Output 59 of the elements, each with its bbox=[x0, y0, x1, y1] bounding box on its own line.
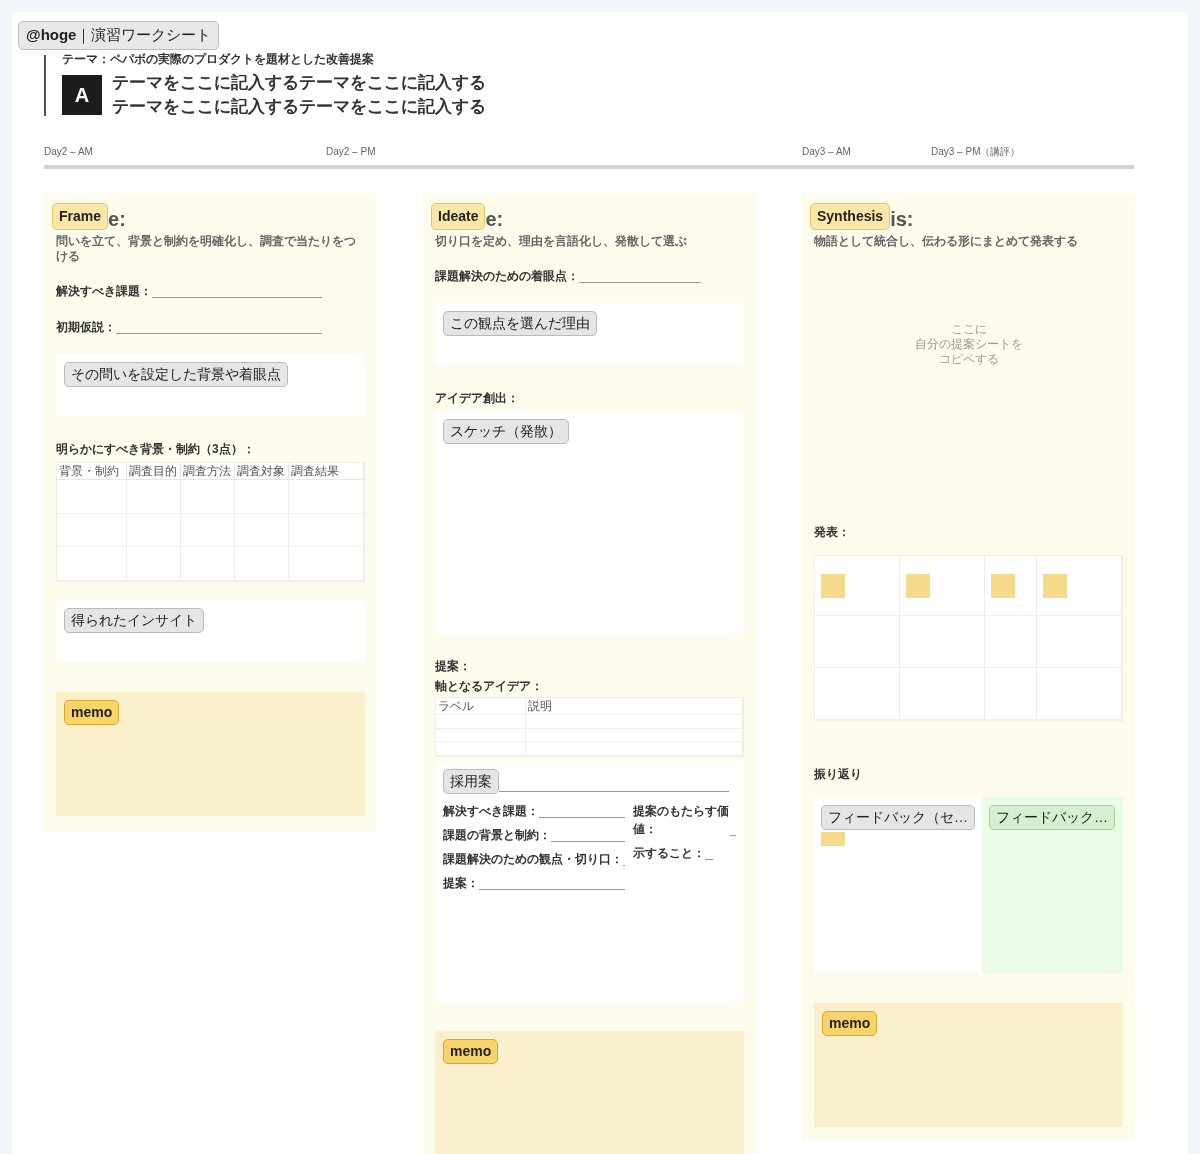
card-title-chip: フィードバック（セ… bbox=[821, 805, 975, 830]
field-label: 提案のもたらす価値： bbox=[633, 803, 730, 838]
timeline-label: Day2 – PM bbox=[326, 145, 377, 159]
memo-tag: memo bbox=[443, 1039, 499, 1064]
card-title-chip: この観点を選んだ理由 bbox=[443, 311, 597, 336]
theme-title: テーマをここに記入するテーマをここに記入する bbox=[112, 96, 486, 118]
field-label: 課題解決のための観点・切り口： bbox=[443, 851, 623, 868]
table-header-cell: 調査結果 bbox=[289, 463, 364, 480]
sticky-note[interactable] bbox=[821, 574, 845, 598]
field-label: 示すること： bbox=[633, 845, 705, 862]
phase-heading: e: bbox=[485, 208, 504, 230]
table-header-cell: ラベル bbox=[436, 698, 526, 715]
table-header-cell: 調査方法 bbox=[181, 463, 235, 480]
card-title-chip: フィードバック… bbox=[989, 805, 1115, 830]
table-header-cell: 説明 bbox=[526, 698, 743, 715]
sticky-note[interactable] bbox=[1042, 574, 1067, 598]
phase-heading: e: bbox=[108, 208, 126, 230]
table-cell bbox=[235, 480, 289, 514]
placeholder-text: ここに 自分の提案シートを コピペする bbox=[914, 321, 1023, 367]
timeline-label: Day3 – PM（講評） bbox=[931, 145, 1022, 159]
table-header-cell: 調査対象 bbox=[235, 463, 289, 480]
sticky-note[interactable] bbox=[991, 574, 1016, 598]
section-label: アイデア創出： bbox=[435, 390, 520, 407]
memo-tag: memo bbox=[64, 700, 120, 725]
table-cell bbox=[181, 480, 235, 514]
card-title-chip: 採用案 bbox=[443, 769, 499, 794]
theme-title: テーマをここに記入するテーマをここに記入する bbox=[112, 72, 486, 94]
field-label: 解決すべき課題： bbox=[56, 283, 152, 300]
section-label: 明らかにすべき背景・制約（3点）： bbox=[56, 441, 256, 458]
card-title-chip: スケッチ（発散） bbox=[443, 419, 569, 444]
theme-letter-badge: A bbox=[62, 75, 102, 115]
worksheet-chip: @hoge｜演習ワークシート bbox=[18, 21, 220, 50]
field-label: 課題の背景と制約： bbox=[443, 827, 551, 844]
field-label: 課題解決のための着眼点： bbox=[435, 268, 579, 285]
section-label: 軸となるアイデア： bbox=[435, 678, 544, 695]
phase-subtitle: 物語として統合し、伝わる形にまとめて発表する bbox=[814, 234, 1079, 249]
timeline-label: Day3 – AM bbox=[802, 145, 852, 159]
section-label: 発表： bbox=[814, 524, 851, 541]
field-label: 提案： bbox=[443, 875, 479, 892]
field-label: 初期仮説： bbox=[56, 319, 116, 336]
theme-text: テーマ：ペパボの実際のプロダクトを題材とした改善提案 bbox=[62, 53, 375, 65]
phase-tag: Synthesis bbox=[810, 203, 891, 230]
card-title-chip: 得られたインサイト bbox=[64, 608, 204, 633]
phase-tag: Ideate bbox=[431, 203, 486, 230]
table-header-cell: 調査目的 bbox=[127, 463, 181, 480]
card-title-chip: その問いを設定した背景や着眼点 bbox=[64, 362, 288, 387]
phase-tag: Frame bbox=[52, 203, 109, 230]
timeline-label: Day2 – AM bbox=[44, 145, 94, 159]
table-header-cell: 背景・制約 bbox=[57, 463, 127, 480]
section-label: 振り返り bbox=[814, 766, 863, 783]
field-label: 解決すべき課題： bbox=[443, 803, 539, 820]
memo-tag: memo bbox=[822, 1011, 878, 1036]
phase-heading: is: bbox=[890, 208, 914, 230]
sticky-note[interactable] bbox=[821, 832, 845, 846]
phase-subtitle: 問いを立て、背景と制約を明確化し、調査で当たりをつける bbox=[56, 234, 357, 264]
table-cell bbox=[127, 480, 181, 514]
phase-subtitle: 切り口を定め、理由を言語化し、発散して選ぶ bbox=[435, 234, 688, 249]
sticky-note[interactable] bbox=[906, 574, 931, 598]
section-label: 提案： bbox=[435, 658, 472, 675]
